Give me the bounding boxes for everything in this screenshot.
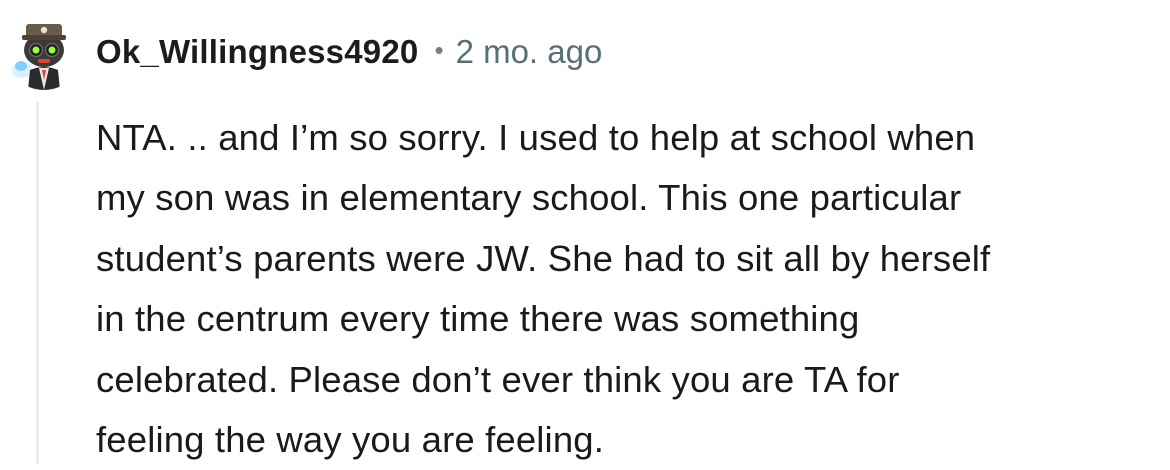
comment-header: Ok_Willingness4920 • 2 mo. ago bbox=[96, 26, 602, 78]
comment-timestamp[interactable]: 2 mo. ago bbox=[456, 33, 603, 71]
comment-body-line: celebrated. Please don’t ever think you … bbox=[96, 358, 900, 400]
comment-body-line: student’s parents were JW. She had to si… bbox=[96, 237, 991, 279]
comment-body-line: in the centrum every time there was some… bbox=[96, 298, 860, 340]
snoo-avatar-icon bbox=[6, 14, 82, 90]
comment-body: NTA. .. and I’m so sorry. I used to help… bbox=[96, 108, 1161, 470]
comment-body-line: my son was in elementary school. This on… bbox=[96, 177, 962, 219]
avatar[interactable] bbox=[6, 14, 82, 90]
comment-body-line: NTA. .. and I’m so sorry. I used to help… bbox=[96, 117, 976, 158]
meta-separator: • bbox=[434, 34, 444, 65]
username-link[interactable]: Ok_Willingness4920 bbox=[96, 33, 418, 71]
comment-body-line: feeling the way you are feeling. bbox=[96, 419, 605, 461]
thread-line[interactable] bbox=[36, 102, 39, 464]
comment: Ok_Willingness4920 • 2 mo. ago NTA. .. a… bbox=[0, 0, 1170, 464]
